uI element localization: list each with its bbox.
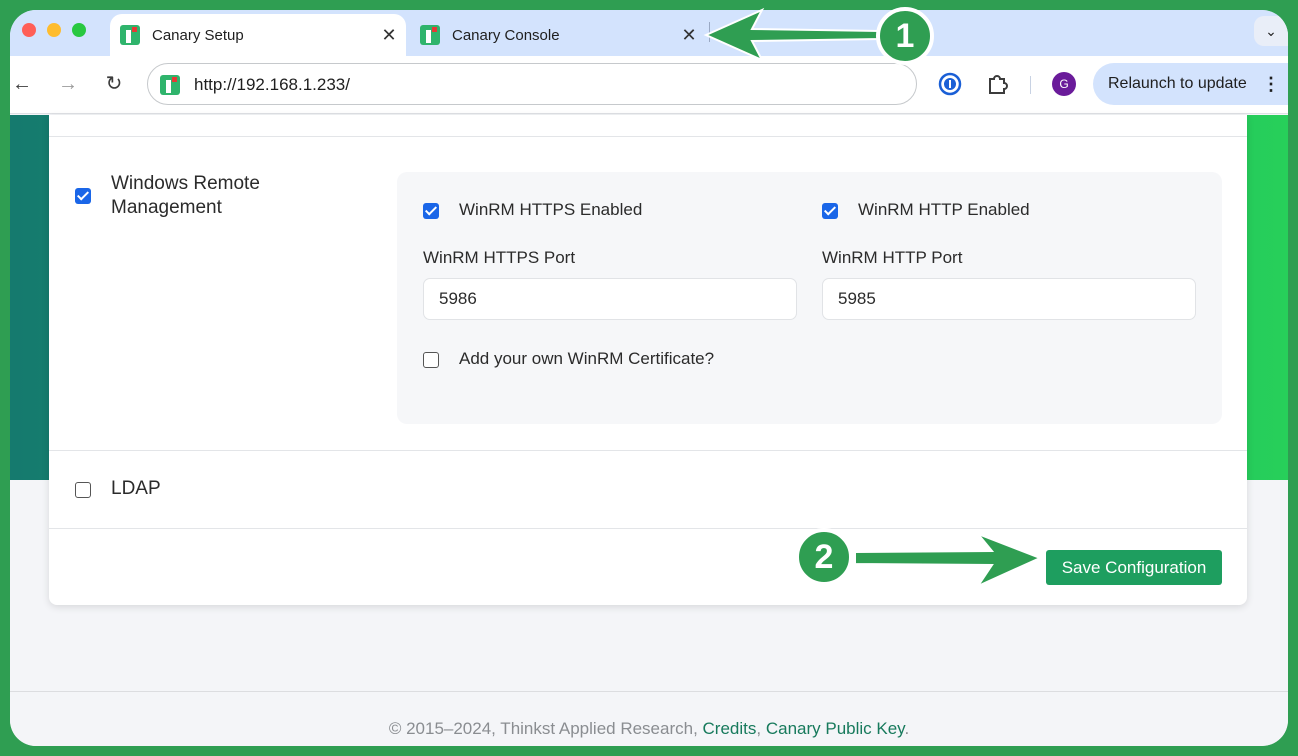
step-1-badge: 1 xyxy=(876,7,934,65)
step-2-badge: 2 xyxy=(795,528,853,586)
arrow-step-2-icon xyxy=(854,531,1043,589)
arrow-step-1-icon xyxy=(703,7,881,63)
annotation-arrows xyxy=(703,7,1043,589)
